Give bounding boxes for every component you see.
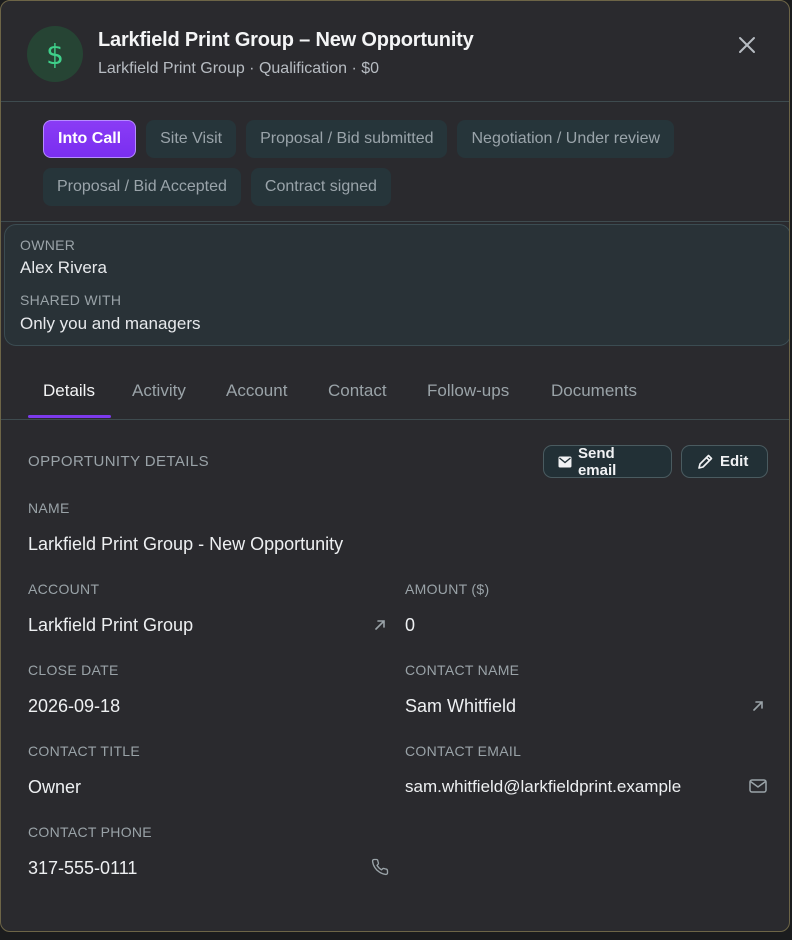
contact-phone-value: 317-555-0111 (28, 858, 138, 878)
stage-negotiation[interactable]: Negotiation / Under review (457, 120, 675, 158)
sharing-card: OWNER Alex Rivera SHARED WITH Only you a… (4, 224, 789, 346)
section-title: OPPORTUNITY DETAILS (28, 453, 209, 470)
stage-into-call[interactable]: Into Call (43, 120, 137, 158)
dollar-icon: $ (46, 37, 64, 71)
name-value: Larkfield Print Group - New Opportunity (28, 534, 344, 554)
contact-email-label: CONTACT EMAIL (405, 743, 522, 759)
arrow-up-right-icon (753, 701, 763, 711)
arrow-up-right-icon (375, 620, 385, 630)
avatar: $ (27, 26, 83, 82)
page-title: Larkfield Print Group – New Opportunity (98, 29, 474, 51)
panel-header: $ Larkfield Print Group – New Opportunit… (1, 1, 789, 102)
shared-with-label: SHARED WITH (20, 292, 122, 308)
stage-contract-signed[interactable]: Contract signed (250, 168, 391, 206)
tab-contact[interactable]: Contact (328, 381, 387, 401)
stage-row: Into Call Site Visit Proposal / Bid subm… (43, 120, 789, 158)
call-contact-button[interactable] (370, 857, 390, 877)
owner-label: OWNER (20, 237, 76, 253)
stage-proposal-accepted[interactable]: Proposal / Bid Accepted (43, 168, 241, 206)
close-date-label: CLOSE DATE (28, 662, 119, 678)
stage-row: Proposal / Bid Accepted Contract signed (43, 168, 789, 206)
pencil-icon (698, 454, 713, 469)
opportunity-panel: $ Larkfield Print Group – New Opportunit… (0, 0, 790, 932)
stage-proposal-submitted[interactable]: Proposal / Bid submitted (246, 120, 448, 158)
send-email-button[interactable]: Send email (543, 444, 672, 479)
close-icon (739, 37, 755, 53)
contact-phone-label: CONTACT PHONE (28, 824, 152, 840)
page-subtitle: Larkfield Print Group · Qualification · … (98, 60, 380, 77)
tab-follow-ups[interactable]: Follow-ups (427, 381, 509, 401)
shared-with-value: Only you and managers (20, 314, 201, 333)
active-tab-indicator (28, 415, 111, 418)
edit-label: Edit (720, 453, 749, 470)
edit-button[interactable]: Edit (681, 445, 768, 478)
tab-bar: Details Activity Account Contact Follow-… (1, 363, 789, 420)
contact-email-value: sam.whitfield@larkfieldprint.example (405, 777, 682, 796)
tab-account[interactable]: Account (226, 381, 287, 401)
tab-details[interactable]: Details (43, 381, 95, 401)
tab-activity[interactable]: Activity (132, 381, 186, 401)
open-contact-button[interactable] (748, 696, 768, 716)
contact-title-label: CONTACT TITLE (28, 743, 141, 759)
contact-name-label: CONTACT NAME (405, 662, 520, 678)
mail-icon (558, 456, 572, 467)
mail-icon (749, 779, 767, 793)
amount-label: AMOUNT ($) (405, 581, 490, 597)
close-date-value: 2026-09-18 (28, 696, 121, 716)
email-contact-button[interactable] (748, 776, 768, 796)
close-button[interactable] (735, 33, 759, 57)
contact-name-value: Sam Whitfield (405, 696, 517, 716)
send-email-label: Send email (577, 444, 617, 479)
tab-documents[interactable]: Documents (551, 381, 637, 401)
amount-value: 0 (405, 615, 416, 635)
stage-site-visit[interactable]: Site Visit (146, 120, 237, 158)
contact-title-value: Owner (28, 777, 82, 797)
account-label: ACCOUNT (28, 581, 100, 597)
name-label: NAME (28, 500, 70, 516)
owner-value: Alex Rivera (20, 258, 107, 277)
account-value: Larkfield Print Group (28, 615, 194, 635)
open-account-button[interactable] (370, 615, 390, 635)
phone-icon (371, 858, 389, 876)
stage-selector: Into Call Site Visit Proposal / Bid subm… (1, 102, 789, 222)
